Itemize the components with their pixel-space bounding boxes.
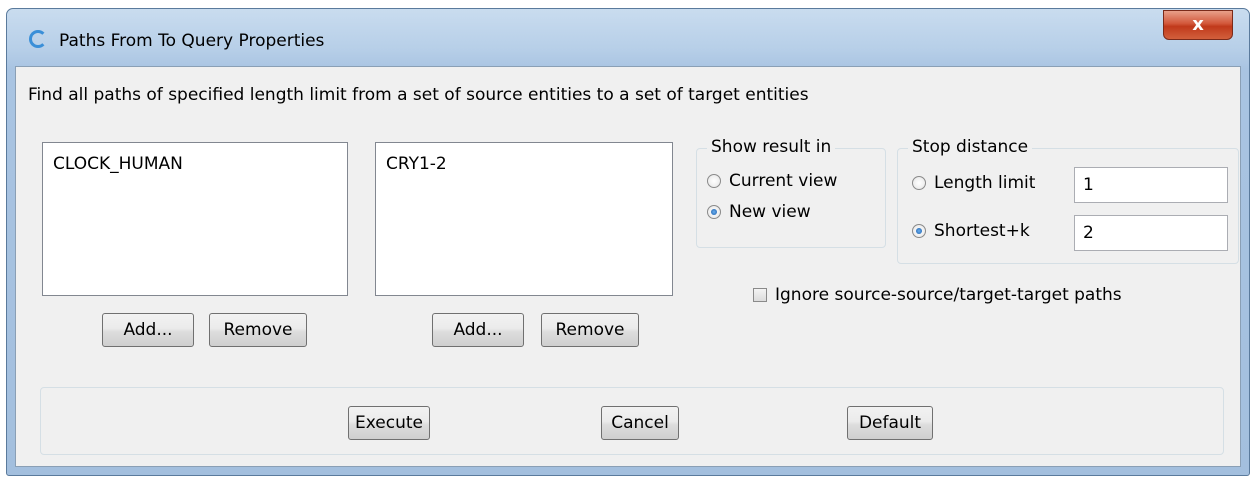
source-add-button[interactable]: Add... — [102, 313, 194, 347]
list-item[interactable]: CLOCK_HUMAN — [53, 154, 347, 174]
radio-current-view[interactable]: Current view — [707, 171, 837, 191]
checkbox[interactable] — [753, 288, 767, 302]
checkbox-label: Ignore source-source/target-target paths — [775, 285, 1122, 305]
radio-button[interactable] — [707, 174, 721, 188]
radio-label: Current view — [729, 171, 838, 191]
radio-button[interactable] — [912, 224, 926, 238]
radio-shortest-k[interactable]: Shortest+k — [912, 221, 1030, 241]
target-remove-button[interactable]: Remove — [541, 313, 639, 347]
window-title: Paths From To Query Properties — [59, 31, 325, 51]
close-button[interactable]: x — [1163, 10, 1233, 40]
description-text: Find all paths of specified length limit… — [28, 85, 809, 105]
radio-button[interactable] — [707, 205, 721, 219]
cancel-button[interactable]: Cancel — [601, 406, 679, 440]
length-limit-input[interactable]: 1 — [1074, 167, 1228, 203]
radio-new-view[interactable]: New view — [707, 202, 811, 222]
title-bar[interactable]: Paths From To Query Properties x — [7, 9, 1249, 67]
dialog-content: Find all paths of specified length limit… — [15, 66, 1241, 467]
radio-label: Length limit — [934, 173, 1036, 193]
target-entities-list[interactable]: CRY1-2 — [375, 142, 673, 296]
target-add-button[interactable]: Add... — [432, 313, 524, 347]
radio-label: New view — [729, 202, 811, 222]
radio-label: Shortest+k — [934, 221, 1030, 241]
shortest-k-input[interactable]: 2 — [1074, 215, 1228, 251]
stop-distance-group: Stop distance Length limit 1 Shortest+k … — [897, 137, 1239, 264]
radio-length-limit[interactable]: Length limit — [912, 173, 1035, 193]
stop-distance-label: Stop distance — [908, 137, 1033, 157]
source-entities-list[interactable]: CLOCK_HUMAN — [42, 142, 348, 296]
dialog-window: Paths From To Query Properties x Find al… — [6, 8, 1250, 476]
radio-button[interactable] — [912, 176, 926, 190]
default-button[interactable]: Default — [847, 406, 933, 440]
list-item[interactable]: CRY1-2 — [386, 154, 672, 174]
show-result-group: Show result in Current view New view — [696, 137, 886, 248]
source-remove-button[interactable]: Remove — [209, 313, 307, 347]
show-result-label: Show result in — [707, 137, 836, 157]
execute-button[interactable]: Execute — [348, 406, 430, 440]
ignore-paths-checkbox[interactable]: Ignore source-source/target-target paths — [753, 285, 1122, 305]
app-icon — [29, 30, 47, 48]
